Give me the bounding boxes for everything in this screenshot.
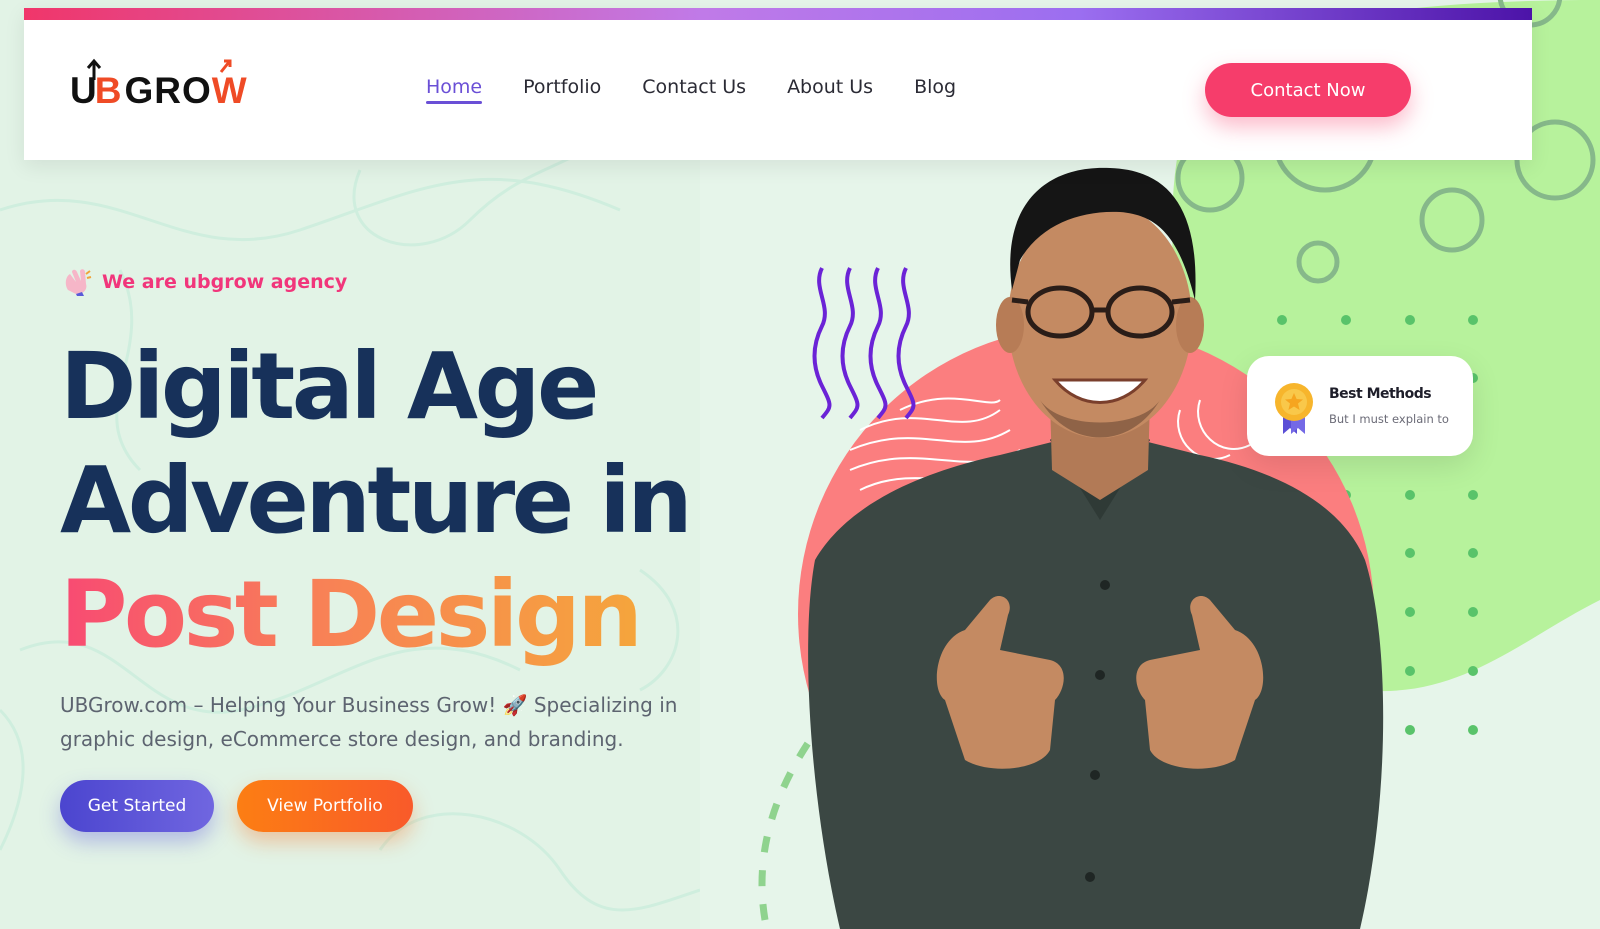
hero-title-line2: Adventure in	[60, 447, 693, 554]
best-methods-card: Best Methods But I must explain to	[1247, 356, 1473, 456]
header-gradient-bar	[24, 8, 1532, 20]
contact-now-button[interactable]: Contact Now	[1205, 63, 1411, 117]
hero-title-line3: Post Design	[60, 561, 643, 668]
medal-icon	[1275, 383, 1313, 434]
main-nav: Home Portfolio Contact Us About Us Blog	[426, 76, 956, 104]
nav-about-us[interactable]: About Us	[787, 76, 873, 104]
site-header: U B GRO W Home Portfolio Contact Us About U…	[24, 8, 1532, 160]
site-logo[interactable]: U B GRO W	[70, 58, 248, 112]
hero-tagline: We are ubgrow agency	[62, 268, 347, 296]
hero-title-line1: Digital Age	[60, 333, 599, 440]
card-subtitle: But I must explain to	[1329, 412, 1449, 426]
waving-hand-icon	[65, 269, 92, 296]
view-portfolio-button[interactable]: View Portfolio	[237, 780, 413, 832]
get-started-button[interactable]: Get Started	[60, 780, 214, 832]
nav-portfolio[interactable]: Portfolio	[523, 76, 601, 104]
nav-contact-us[interactable]: Contact Us	[642, 76, 746, 104]
hero-title: Digital Age Adventure in Post Design	[60, 330, 693, 672]
nav-blog[interactable]: Blog	[914, 76, 956, 104]
logo-arrow-icon	[86, 58, 102, 80]
card-title: Best Methods	[1329, 386, 1432, 402]
tagline-text: We are ubgrow agency	[102, 271, 348, 293]
nav-home[interactable]: Home	[426, 76, 483, 104]
logo-w-arrow-icon	[219, 59, 232, 73]
hero-description: UBGrow.com – Helping Your Business Grow!…	[60, 693, 678, 751]
